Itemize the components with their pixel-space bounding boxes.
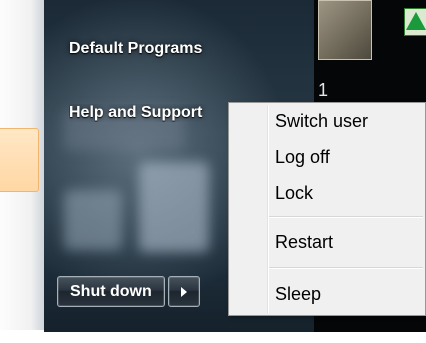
menu-item-log-off[interactable]: Log off — [275, 147, 330, 168]
desktop-thumbnail — [318, 0, 372, 60]
start-item-help-and-support[interactable]: Help and Support — [69, 104, 233, 122]
shutdown-options-button[interactable] — [167, 276, 200, 307]
menu-item-sleep[interactable]: Sleep — [275, 284, 321, 305]
menu-separator — [269, 267, 423, 268]
menu-separator — [269, 216, 423, 217]
menu-item-lock[interactable]: Lock — [275, 183, 313, 204]
menu-item-restart[interactable]: Restart — [275, 232, 333, 253]
start-item-default-programs[interactable]: Default Programs — [69, 40, 202, 58]
triangle-icon — [406, 12, 426, 30]
shutdown-button[interactable]: Shut down — [57, 276, 165, 307]
shutdown-button-group: Shut down — [57, 276, 200, 307]
menu-item-switch-user[interactable]: Switch user — [275, 111, 368, 132]
chevron-right-icon — [180, 286, 187, 297]
power-options-menu: Switch user Log off Lock Restart Sleep — [228, 102, 426, 316]
desktop-text: 1 — [318, 80, 329, 100]
blurred-background-shape — [139, 162, 209, 252]
window-bottom-edge — [0, 332, 426, 343]
blurred-background-shape — [64, 190, 122, 250]
menu-gutter — [267, 105, 268, 313]
highlighted-program-item — [0, 128, 39, 192]
